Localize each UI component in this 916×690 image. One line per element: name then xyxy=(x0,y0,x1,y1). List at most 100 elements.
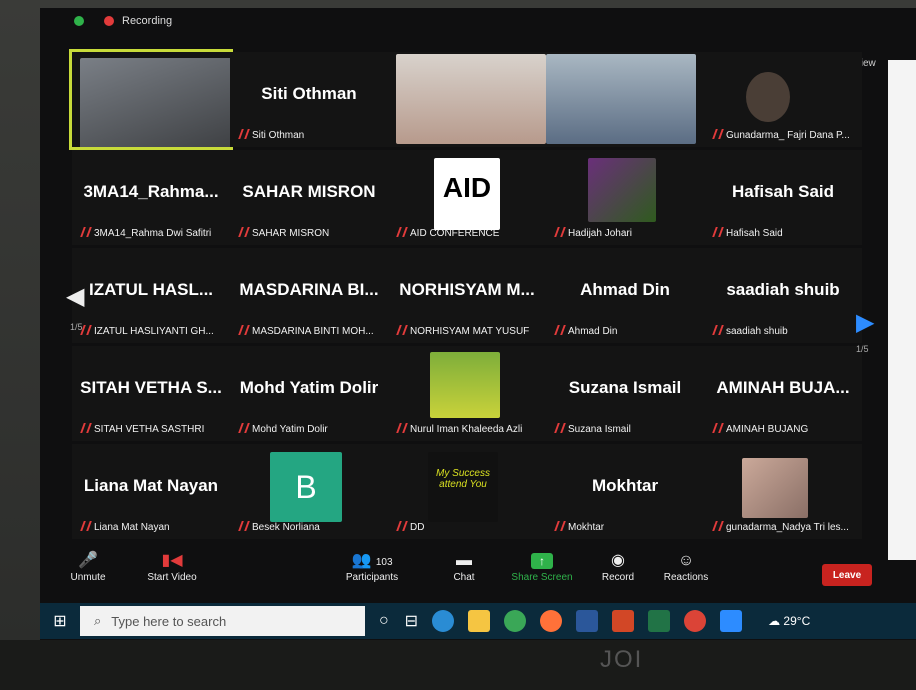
participant-name: NORHISYAM MAT YUSUF xyxy=(410,326,530,337)
participant-tile[interactable]: Nurul Iman Khaleeda Azli xyxy=(388,346,546,441)
cortana-icon[interactable]: ○ xyxy=(379,612,389,630)
muted-mic-icon xyxy=(554,227,566,237)
avatar: B xyxy=(270,452,342,522)
participant-tile[interactable]: Ahmad Din Ahmad Din xyxy=(546,248,704,343)
excel-icon[interactable] xyxy=(648,610,671,632)
participant-name: saadiah shuib xyxy=(726,326,788,337)
participant-name: Gunadarma_ Fajri Dana P... xyxy=(726,130,850,141)
participant-name: Mokhtar xyxy=(568,522,605,533)
participant-name: Nurul Iman Khaleeda Azli xyxy=(410,424,523,435)
participant-name-label: Mokhtar xyxy=(554,521,605,533)
powerpoint-icon[interactable] xyxy=(612,610,635,632)
participant-tile[interactable]: IZATUL HASL... IZATUL HASLIYANTI GH... xyxy=(72,248,230,343)
participant-tile[interactable]: MOHD AB MALEK MD SHAH xyxy=(69,49,233,150)
participant-name-label: 3MA14_Rahma Dwi Safitri xyxy=(80,227,212,239)
firefox-icon[interactable] xyxy=(540,610,563,632)
participants-icon: 👥 103 xyxy=(351,552,393,569)
success-quote-image: My Success attend You xyxy=(428,452,498,522)
participant-name: IZATUL HASLIYANTI GH... xyxy=(94,326,214,337)
participant-tile[interactable]: 3MA14_Rahma... 3MA14_Rahma Dwi Safitri xyxy=(72,150,230,245)
start-video-button[interactable]: ▮◀ Start Video xyxy=(132,550,212,583)
chrome-profile-icon[interactable] xyxy=(684,610,707,632)
muted-mic-icon xyxy=(238,129,250,139)
security-shield-icon[interactable] xyxy=(74,16,84,26)
page-indicator-left: 1/5 xyxy=(70,322,83,332)
reactions-button[interactable]: ☺ Reactions xyxy=(646,550,726,583)
participant-display-name: NORHISYAM M... xyxy=(399,280,535,299)
chat-button[interactable]: ▬ Chat xyxy=(424,550,504,583)
participant-tile[interactable]: MASDARINA BI... MASDARINA BINTI MOH... xyxy=(230,248,388,343)
participant-name-label: DD xyxy=(396,521,425,533)
participant-name: Hafisah Said xyxy=(726,228,783,239)
participant-tile[interactable]: Hadijah Johari xyxy=(546,150,704,245)
participant-name: Ahmad Din xyxy=(568,326,618,337)
participant-tile[interactable]: Besek Norliana B xyxy=(230,444,388,539)
participant-tile[interactable]: Mokhtar Mokhtar xyxy=(546,444,704,539)
participant-video-feed xyxy=(746,72,790,122)
unmute-label: Unmute xyxy=(70,572,106,583)
participant-display-name: 3MA14_Rahma... xyxy=(83,182,219,201)
previous-page-arrow-icon[interactable]: ◀ xyxy=(66,282,84,311)
participant-tile[interactable]: AID CONFERENCE AID xyxy=(388,150,546,245)
recording-dot-icon xyxy=(104,16,114,26)
participant-display-name: Liana Mat Nayan xyxy=(83,476,219,495)
file-explorer-icon[interactable] xyxy=(468,610,491,632)
participant-name-label: Mohd Yatim Dolir xyxy=(238,423,328,435)
taskbar-search-box[interactable]: ⌕ Type here to search xyxy=(80,606,365,636)
windows-start-icon[interactable]: ⊞ xyxy=(40,611,80,631)
unmute-button[interactable]: 🎤 Unmute xyxy=(48,550,128,583)
muted-mic-icon xyxy=(554,325,566,335)
participant-name-label: SITAH VETHA SASTHRI xyxy=(80,423,204,435)
participants-button[interactable]: 👥 103 Participants xyxy=(332,550,412,583)
participant-tile[interactable]: Siti Othman Siti Othman xyxy=(230,52,388,147)
participant-tile[interactable]: Gunadarma_ Fajri Dana P... xyxy=(704,52,862,147)
recording-label: Recording xyxy=(122,15,173,27)
participant-display-name: IZATUL HASL... xyxy=(88,280,214,299)
participant-name-label: IZATUL HASLIYANTI GH... xyxy=(80,325,214,337)
participant-tile[interactable]: AMINAH BUJA... AMINAH BUJANG xyxy=(704,346,862,441)
participant-name-label: Besek Norliana xyxy=(238,521,320,533)
search-icon: ⌕ xyxy=(94,613,102,628)
participants-count: 103 xyxy=(375,557,393,568)
aid-logo-text: AID xyxy=(442,172,492,203)
participant-tile[interactable]: saadiah shuib saadiah shuib xyxy=(704,248,862,343)
participant-tile[interactable]: gunadarma_Nadya Tri les... xyxy=(704,444,862,539)
participant-name: AMINAH BUJANG xyxy=(726,424,809,435)
participant-tile[interactable]: Suzana Ismail Suzana Ismail xyxy=(546,346,704,441)
participant-name: DD xyxy=(410,522,425,533)
chrome-icon[interactable] xyxy=(504,610,527,632)
weather-icon[interactable]: ☁ 29°C xyxy=(768,614,810,628)
share-screen-icon: ↑ xyxy=(502,550,582,572)
participant-tile[interactable]: Hafisah Said Hafisah Said xyxy=(704,150,862,245)
participant-name-label: Suzana Ismail xyxy=(554,423,631,435)
participant-tile[interactable]: Haslina Husain xyxy=(388,52,546,147)
participant-tile[interactable]: SAHAR MISRON SAHAR MISRON xyxy=(230,150,388,245)
word-icon[interactable] xyxy=(576,610,599,632)
participant-name: Suzana Ismail xyxy=(568,424,631,435)
participant-tile[interactable]: MAWAR KAMARUDDIN xyxy=(546,52,704,147)
participant-tile[interactable]: NORHISYAM M... NORHISYAM MAT YUSUF xyxy=(388,248,546,343)
next-page-arrow-icon[interactable]: ▶ xyxy=(856,308,874,337)
success-quote-text: My Success attend You xyxy=(436,468,490,490)
participant-name-label: Hadijah Johari xyxy=(554,227,632,239)
muted-mic-icon xyxy=(396,227,408,237)
participant-name-label: Liana Mat Nayan xyxy=(80,521,170,533)
profile-picture xyxy=(588,158,656,222)
page-indicator-right: 1/5 xyxy=(856,344,869,354)
participant-name: 3MA14_Rahma Dwi Safitri xyxy=(94,228,212,239)
participant-display-name: saadiah shuib xyxy=(726,280,840,299)
participant-name-label: AMINAH BUJANG xyxy=(712,423,809,435)
zoom-app-icon[interactable] xyxy=(720,610,743,632)
edge-browser-icon[interactable] xyxy=(432,610,455,632)
participant-name-label: NORHISYAM MAT YUSUF xyxy=(396,325,530,337)
muted-mic-icon xyxy=(396,521,408,531)
participant-tile[interactable]: DD My Success attend You xyxy=(388,444,546,539)
muted-mic-icon xyxy=(396,325,408,335)
task-view-icon[interactable]: ⊟ xyxy=(405,611,418,631)
leave-button[interactable]: Leave xyxy=(822,564,872,586)
participant-name: Siti Othman xyxy=(252,130,305,141)
participant-tile[interactable]: Liana Mat Nayan Liana Mat Nayan xyxy=(72,444,230,539)
participant-tile[interactable]: SITAH VETHA S... SITAH VETHA SASTHRI xyxy=(72,346,230,441)
participant-tile[interactable]: Mohd Yatim Dolir Mohd Yatim Dolir xyxy=(230,346,388,441)
share-screen-button[interactable]: ↑ Share Screen xyxy=(502,550,582,583)
